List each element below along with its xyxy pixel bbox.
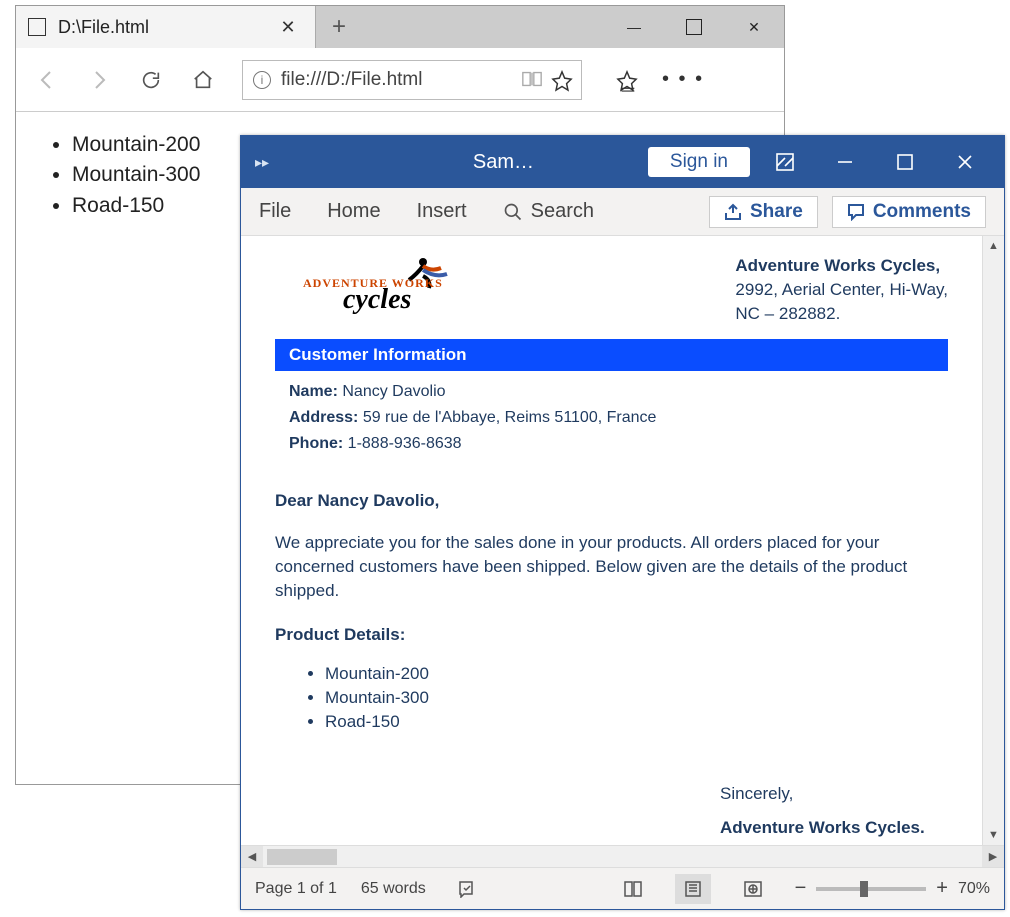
close-window-button[interactable]	[940, 142, 990, 182]
signature: Adventure Works Cycles.	[720, 818, 948, 838]
closing-word: Sincerely,	[720, 784, 948, 804]
share-label: Share	[750, 201, 803, 223]
browser-titlebar: D:\File.html ✕ + — ✕	[16, 6, 784, 48]
customer-info-heading: Customer Information	[275, 339, 948, 371]
letterhead: ADVENTURE WORKS cycles Adventure Works C…	[275, 254, 948, 325]
document-title: Sam…	[369, 151, 638, 174]
scroll-track[interactable]	[263, 849, 982, 865]
vertical-scrollbar[interactable]: ▲ ▼	[982, 236, 1004, 845]
address-bar[interactable]: i file:///D:/File.html	[242, 60, 582, 100]
new-tab-button[interactable]: +	[316, 6, 362, 48]
customer-address-row: Address: 59 rue de l'Abbaye, Reims 51100…	[289, 409, 948, 427]
closing-block: Sincerely, Adventure Works Cycles.	[720, 784, 948, 838]
scroll-down-button[interactable]: ▼	[983, 825, 1004, 845]
browser-toolbar: i file:///D:/File.html • • •	[16, 48, 784, 112]
ribbon-display-options-button[interactable]	[760, 142, 810, 182]
product-item: Road-150	[325, 712, 948, 732]
favorites-list-icon[interactable]	[616, 70, 636, 90]
zoom-out-button[interactable]: −	[795, 877, 807, 900]
zoom-level[interactable]: 70%	[958, 880, 990, 898]
horizontal-scrollbar[interactable]: ◀ ▶	[241, 845, 1004, 867]
minimize-button[interactable]: —	[604, 6, 664, 48]
comments-label: Comments	[873, 201, 971, 223]
scroll-left-button[interactable]: ◀	[241, 846, 263, 868]
zoom-controls: − + 70%	[795, 877, 990, 900]
tab-title: D:\File.html	[58, 17, 261, 38]
scroll-up-button[interactable]: ▲	[983, 236, 1004, 256]
page-status[interactable]: Page 1 of 1	[255, 880, 337, 898]
letter-body: Dear Nancy Davolio, We appreciate you fo…	[275, 489, 948, 838]
status-bar: Page 1 of 1 65 words − + 70%	[241, 867, 1004, 909]
comments-button[interactable]: Comments	[832, 196, 986, 228]
tab-file[interactable]: File	[259, 200, 291, 223]
letter-paragraph: We appreciate you for the sales done in …	[275, 531, 948, 602]
address-text: file:///D:/File.html	[281, 69, 511, 91]
ribbon-expand-icon[interactable]: ▸▸	[255, 154, 269, 171]
name-label: Name:	[289, 383, 338, 400]
company-address: Adventure Works Cycles, 2992, Aerial Cen…	[735, 254, 948, 325]
product-item: Mountain-300	[325, 688, 948, 708]
close-tab-button[interactable]: ✕	[273, 12, 303, 42]
zoom-slider-thumb[interactable]	[860, 881, 868, 897]
name-value: Nancy Davolio	[342, 383, 445, 400]
address-label: Address:	[289, 409, 358, 426]
scroll-thumb[interactable]	[267, 849, 337, 865]
web-layout-button[interactable]	[735, 874, 771, 904]
scroll-right-button[interactable]: ▶	[982, 846, 1004, 868]
company-name: Adventure Works Cycles,	[735, 254, 948, 278]
logo-text-bottom: cycles	[343, 284, 411, 316]
customer-phone-row: Phone: 1-888-936-8638	[289, 435, 948, 453]
window-controls: — ✕	[604, 6, 784, 48]
company-addr-line: NC – 282882.	[735, 302, 948, 326]
maximize-button[interactable]	[880, 142, 930, 182]
zoom-slider[interactable]	[816, 887, 926, 891]
salutation: Dear Nancy Davolio,	[275, 489, 948, 513]
product-item: Mountain-200	[325, 664, 948, 684]
product-details-heading: Product Details:	[275, 623, 948, 647]
print-layout-button[interactable]	[675, 874, 711, 904]
customer-name-row: Name: Nancy Davolio	[289, 383, 948, 401]
document-page[interactable]: ADVENTURE WORKS cycles Adventure Works C…	[241, 236, 982, 845]
company-logo: ADVENTURE WORKS cycles	[303, 254, 503, 318]
phone-value: 1-888-936-8638	[348, 435, 462, 452]
maximize-button[interactable]	[664, 6, 724, 48]
tab-insert[interactable]: Insert	[417, 200, 467, 223]
home-button[interactable]	[190, 67, 216, 93]
search-button[interactable]: Search	[503, 200, 594, 223]
address-value: 59 rue de l'Abbaye, Reims 51100, France	[363, 409, 657, 426]
word-body: ADVENTURE WORKS cycles Adventure Works C…	[241, 236, 1004, 845]
sign-in-button[interactable]: Sign in	[648, 147, 750, 177]
refresh-button[interactable]	[138, 67, 164, 93]
read-mode-button[interactable]	[615, 874, 651, 904]
favorite-icon[interactable]	[551, 70, 571, 90]
site-info-icon[interactable]: i	[253, 71, 271, 89]
word-count[interactable]: 65 words	[361, 880, 426, 898]
ribbon-bar: File Home Insert Search Share Comments	[241, 188, 1004, 236]
spelling-status-icon[interactable]	[450, 874, 486, 904]
minimize-button[interactable]	[820, 142, 870, 182]
product-list: Mountain-200 Mountain-300 Road-150	[325, 664, 948, 732]
phone-label: Phone:	[289, 435, 343, 452]
company-addr-line: 2992, Aerial Center, Hi-Way,	[735, 278, 948, 302]
page-icon	[28, 18, 46, 36]
zoom-in-button[interactable]: +	[936, 877, 948, 900]
back-button[interactable]	[34, 67, 60, 93]
word-window: ▸▸ Sam… Sign in File Home Insert Search …	[240, 135, 1005, 910]
close-window-button[interactable]: ✕	[724, 6, 784, 48]
share-button[interactable]: Share	[709, 196, 818, 228]
more-actions-button[interactable]: • • •	[662, 68, 704, 91]
tab-home[interactable]: Home	[327, 200, 380, 223]
reading-view-icon[interactable]	[521, 70, 541, 90]
forward-button[interactable]	[86, 67, 112, 93]
browser-tab[interactable]: D:\File.html ✕	[16, 6, 316, 48]
word-titlebar: ▸▸ Sam… Sign in	[241, 136, 1004, 188]
search-label: Search	[531, 200, 594, 223]
